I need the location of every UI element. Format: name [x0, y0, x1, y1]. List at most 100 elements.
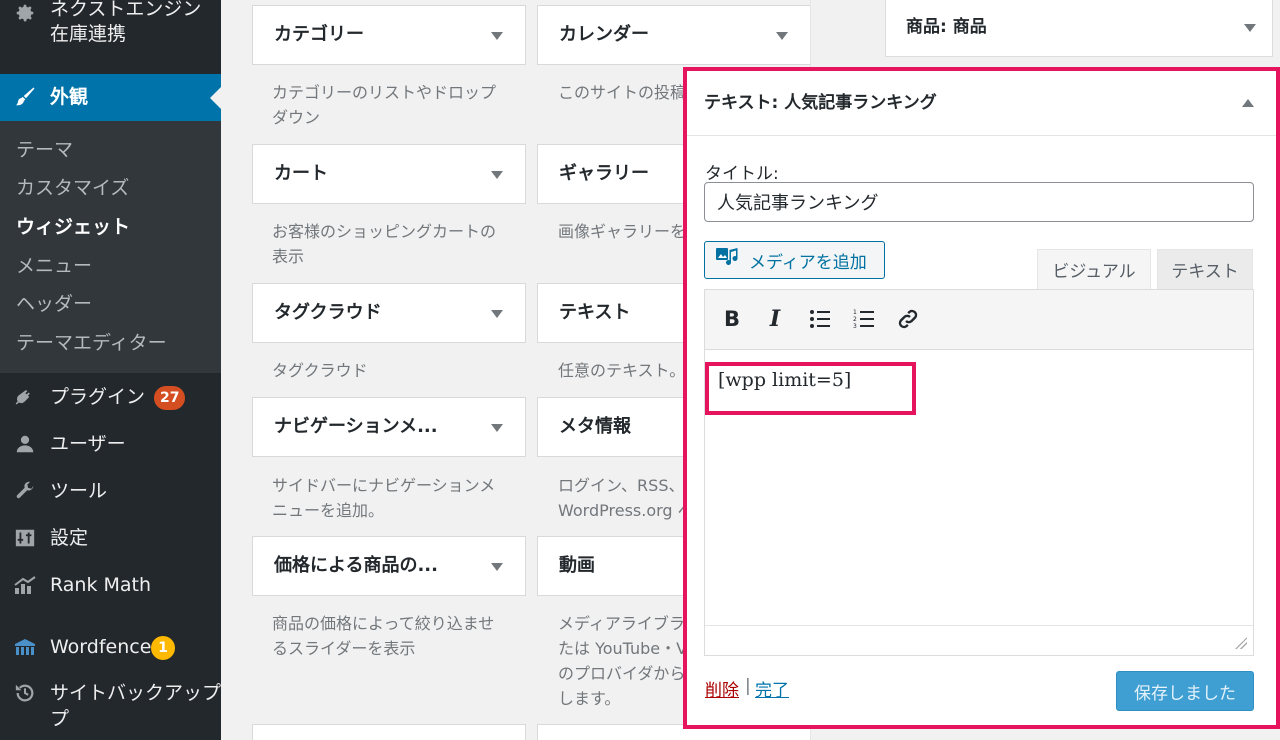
svg-text:3: 3 [853, 323, 857, 330]
sidebar-item-tools[interactable]: ツール [0, 468, 221, 514]
appearance-submenu: テーマ カスタマイズ ウィジェット メニュー ヘッダー テーマエディター [0, 121, 221, 373]
caret-down-icon [491, 32, 503, 40]
widget-description: お客様のショッピングカートの 表示 [272, 222, 497, 266]
italic-button[interactable]: I [760, 304, 790, 334]
tab-text[interactable]: テキスト [1157, 249, 1253, 289]
bold-button[interactable]: B [717, 304, 747, 334]
italic-icon: I [769, 306, 781, 332]
widget-title: カレンダー [559, 24, 649, 45]
title-label: タイトル: [705, 164, 779, 184]
widget-description: ログイン、RSS、 WordPress.org へ [558, 476, 694, 520]
text-widget-panel: テキスト: 人気記事ランキング タイトル: メディアを追加 ビジュアル テキスト… [683, 67, 1280, 729]
history-icon [12, 680, 38, 706]
submenu-item-themes[interactable]: テーマ [16, 138, 73, 162]
svg-text:1: 1 [853, 309, 857, 316]
submenu-item-widgets[interactable]: ウィジェット [16, 215, 130, 239]
paintbrush-icon [12, 84, 38, 110]
wrench-icon [12, 478, 38, 504]
link-button[interactable] [893, 304, 923, 334]
sidebar-item-next-engine[interactable]: ネクストエンジン 在庫連携 [0, 0, 221, 50]
widget-title: カート [274, 163, 328, 184]
text-widget-name: : 人気記事ランキング [771, 93, 937, 113]
submenu-item-header[interactable]: ヘッダー [16, 292, 92, 316]
widget-navigation-menu[interactable]: ナビゲーションメ... [252, 397, 526, 457]
settings-icon [12, 525, 38, 551]
widget-title: 価格による商品の... [274, 555, 438, 576]
bullet-list-button[interactable] [805, 304, 835, 334]
sidebar-item-label: 外観 [50, 86, 89, 108]
caret-down-icon [491, 171, 503, 179]
text-widget-title: テキスト: 人気記事ランキング [704, 71, 937, 135]
user-icon [12, 431, 38, 457]
editor-content-area[interactable]: [wpp limit=5] [705, 350, 1253, 626]
delete-link[interactable]: 削除 [705, 676, 739, 701]
caret-down-icon [491, 424, 503, 432]
sidebar-item-plugins[interactable]: プラグイン 27 [0, 374, 221, 420]
editor-toolbar: B I 123 [705, 290, 1253, 350]
rank-math-icon [12, 572, 38, 598]
update-count-badge: 1 [151, 636, 175, 660]
shortcode-text: [wpp limit=5] [718, 369, 852, 391]
widget-description: 任意のテキスト。 [558, 361, 686, 380]
caret-up-icon[interactable] [1242, 99, 1254, 107]
admin-sidebar: ネクストエンジン 在庫連携 外観 テーマ カスタマイズ ウィジェット メニュー … [0, 0, 221, 740]
sidebar-item-wordfence[interactable]: Wordfence 1 [0, 624, 221, 670]
save-button[interactable]: 保存しました [1116, 671, 1254, 711]
sidebar-item-settings[interactable]: 設定 [0, 515, 221, 561]
widget-calendar[interactable]: カレンダー [537, 5, 811, 65]
widget-title-rest: : 商品 [940, 17, 987, 37]
sidebar-item-rank-math[interactable]: Rank Math [0, 562, 221, 608]
widget-categories[interactable]: カテゴリー [252, 5, 526, 65]
svg-text:2: 2 [853, 316, 857, 323]
add-media-label: メディアを追加 [749, 252, 867, 273]
sidebar-item-label: Wordfence [50, 636, 152, 658]
sidebar-item-site-backup[interactable]: サイトバックアップ プ [0, 672, 221, 740]
widget-title-bold: 商品 [906, 17, 940, 37]
widget-title: テキスト [559, 302, 631, 323]
media-icon [715, 246, 741, 275]
widget-title: 動画 [559, 555, 595, 576]
title-input[interactable] [704, 182, 1254, 222]
widget-description: このサイトの投稿 [558, 83, 687, 102]
widget-title: メタ情報 [559, 416, 631, 437]
widget-description: 画像ギャラリーを [558, 222, 687, 241]
link-icon [898, 309, 918, 329]
widget-title: ナビゲーションメ... [274, 416, 438, 437]
widget-description: メディアライブラ たは YouTube・V のプロバイダから します。 [558, 614, 688, 708]
widget-tag-cloud[interactable]: タグクラウド [252, 283, 526, 343]
widget-title: カテゴリー [274, 24, 364, 45]
caret-down-icon [491, 310, 503, 318]
numbered-list-button[interactable]: 123 [849, 304, 879, 334]
sidebar-item-users[interactable]: ユーザー [0, 421, 221, 467]
submenu-item-theme-editor[interactable]: テーマエディター [16, 331, 167, 355]
editor-statusbar [705, 625, 1253, 655]
plugin-icon [12, 384, 38, 410]
add-media-button[interactable]: メディアを追加 [704, 241, 885, 279]
widget-description: カテゴリーのリストやドロップ ダウン [272, 83, 497, 127]
widget-description: 商品の価格によって絞り込ませ るスライダーを表示 [272, 614, 495, 658]
widget-description: タグクラウド [272, 361, 368, 380]
sidebar-item-appearance[interactable]: 外観 [0, 74, 221, 121]
done-link[interactable]: 完了 [755, 676, 789, 701]
submenu-item-menus[interactable]: メニュー [16, 254, 92, 278]
sidebar-item-label: 設定 [50, 527, 89, 549]
tab-visual[interactable]: ビジュアル [1037, 249, 1151, 289]
update-count-badge: 27 [154, 386, 186, 410]
submenu-item-customize[interactable]: カスタマイズ [16, 176, 129, 200]
link-separator: | [745, 676, 751, 696]
widget-description: サイドバーにナビゲーションメ ニューを追加。 [272, 476, 496, 520]
bold-icon: B [723, 307, 740, 331]
widget-price-filter[interactable]: 価格による商品の... [252, 536, 526, 596]
widget-partial[interactable] [252, 724, 526, 740]
sidebar-item-label: Rank Math [50, 574, 152, 596]
widget-cart[interactable]: カート [252, 144, 526, 204]
caret-down-icon [491, 563, 503, 571]
resize-handle-icon[interactable] [1235, 637, 1247, 649]
wordfence-icon [12, 634, 38, 660]
sidebar-item-label: プラグイン [50, 386, 146, 408]
text-widget-header[interactable]: テキスト: 人気記事ランキング [687, 71, 1276, 136]
widget-title: 商品: 商品 [906, 0, 987, 55]
widget-product[interactable]: 商品: 商品 [885, 0, 1273, 57]
widget-title: タグクラウド [274, 302, 382, 323]
sidebar-item-label: ツール [50, 480, 108, 502]
